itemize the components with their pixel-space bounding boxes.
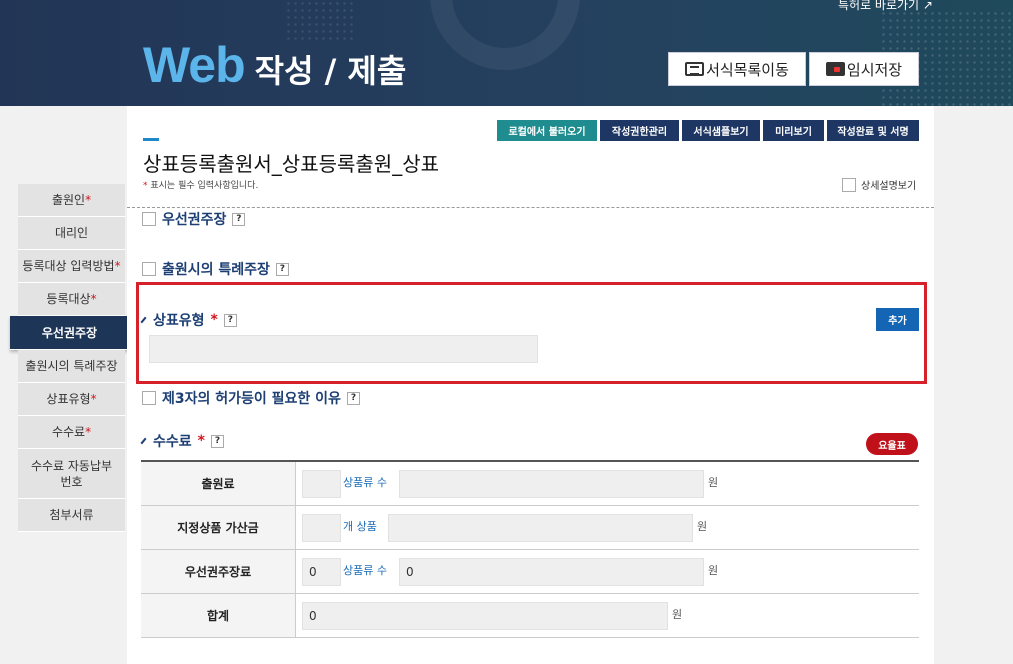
add-mark-type-button[interactable]: 추가 xyxy=(876,308,919,331)
won-label: 원 xyxy=(708,564,719,577)
load-local-button[interactable]: 로컬에서 불러오기 xyxy=(497,120,597,141)
priority-checkbox[interactable] xyxy=(142,212,156,226)
detail-view-label: 상세설명보기 xyxy=(861,181,917,192)
auth-manage-button[interactable]: 작성권한관리 xyxy=(600,120,679,141)
header-dot-pattern xyxy=(285,0,355,40)
section-mark-type: 상표유형 * ? xyxy=(140,310,237,330)
won-label: 원 xyxy=(708,476,719,489)
fee-amount-input[interactable]: 0 xyxy=(399,558,704,586)
brand-web-logo: Web xyxy=(143,37,246,93)
fee-count-input[interactable] xyxy=(302,470,341,498)
form-list-label: 서식목록이동 xyxy=(706,60,789,79)
table-row: 지정상품 가산금 개 상품 원 xyxy=(141,506,919,550)
special-claim-label: 출원시의 특례주장 xyxy=(162,262,270,278)
table-row: 합계 0 원 xyxy=(141,594,919,638)
sidebar-item-auto-pay[interactable]: 수수료 자동납부번호 xyxy=(18,449,125,499)
page-title: Web 작성 / 제출 xyxy=(143,36,406,94)
sidebar-item-mark-type[interactable]: 상표유형 * xyxy=(18,383,125,416)
fee-unit-label: 개 상품 xyxy=(343,520,377,533)
required-note: * 표시는 필수 입력사항입니다. xyxy=(143,181,259,191)
table-row: 출원료 상품류 수 원 xyxy=(141,462,919,506)
sidebar-item-fee[interactable]: 수수료 * xyxy=(18,416,125,449)
sidebar-item-agent[interactable]: 대리인 xyxy=(18,217,125,250)
fee-count-input[interactable]: 0 xyxy=(302,558,341,586)
pencil-icon xyxy=(140,437,147,445)
title-accent xyxy=(143,138,159,141)
form-title: 상표등록출원서_상표등록출원_상표 xyxy=(143,152,439,176)
sidebar-item-target[interactable]: 등록대상 * xyxy=(18,283,125,316)
fee-unit-label: 상품류 수 xyxy=(343,476,387,489)
fee-count-input[interactable] xyxy=(302,514,341,542)
sidebar-item-priority[interactable]: 우선권주장 xyxy=(10,316,129,350)
fee-row-label: 출원료 xyxy=(141,462,296,505)
sidebar-item-applicant[interactable]: 출원인 * xyxy=(18,184,125,217)
detail-view-checkbox[interactable] xyxy=(842,177,856,192)
won-label: 원 xyxy=(672,608,683,621)
section-special-claim: 출원시의 특례주장 ? xyxy=(142,259,289,279)
highlight-box xyxy=(136,282,927,384)
fee-row-label: 지정상품 가산금 xyxy=(141,506,296,549)
fee-unit-label: 상품류 수 xyxy=(343,564,387,577)
help-icon[interactable]: ? xyxy=(346,391,360,405)
sidebar-nav: 출원인 * 대리인 등록대상 입력방법 * 등록대상 * 우선권주장 출원시의 특례주… xyxy=(10,184,129,532)
third-party-label: 제3자의 허가등이 필요한 이유 xyxy=(162,391,341,407)
pencil-icon xyxy=(140,316,147,324)
complete-sign-button[interactable]: 작성완료 및 서명 xyxy=(827,120,919,141)
section-third-party: 제3자의 허가등이 필요한 이유 ? xyxy=(142,388,360,408)
help-icon[interactable]: ? xyxy=(210,434,224,448)
preview-button[interactable]: 미리보기 xyxy=(763,120,824,141)
header-bar: 특허로 바로가기 ↗ Web 작성 / 제출 서식목록이동 임시저장 xyxy=(0,0,1013,106)
fee-row-label: 우선권주장료 xyxy=(141,550,296,593)
third-party-checkbox[interactable] xyxy=(142,391,156,405)
help-icon[interactable]: ? xyxy=(275,262,289,276)
temp-save-label: 임시저장 xyxy=(846,60,903,79)
fee-amount-input[interactable] xyxy=(399,470,704,498)
fee-row-label: 합계 xyxy=(141,594,296,637)
mark-type-label: 상표유형 xyxy=(153,313,205,329)
form-list-button[interactable]: 서식목록이동 xyxy=(668,52,806,86)
rate-table-button[interactable]: 요율표 xyxy=(866,433,918,455)
section-fee: 수수료 * ? xyxy=(140,431,224,451)
won-label: 원 xyxy=(697,520,708,533)
header-decoration xyxy=(430,0,580,70)
sidebar-item-special-claim[interactable]: 출원시의 특례주장 xyxy=(18,350,125,383)
mark-type-field[interactable] xyxy=(149,335,538,363)
folder-icon xyxy=(825,62,845,76)
sample-view-button[interactable]: 서식샘플보기 xyxy=(682,120,760,141)
section-priority: 우선권주장 ? xyxy=(142,209,246,229)
special-claim-checkbox[interactable] xyxy=(142,262,156,276)
fee-amount-input[interactable] xyxy=(388,514,693,542)
temp-save-button[interactable]: 임시저장 xyxy=(809,52,919,86)
sidebar-item-attachments[interactable]: 첨부서류 xyxy=(18,499,125,532)
fee-total-input[interactable]: 0 xyxy=(302,602,668,630)
sidebar-item-input-method[interactable]: 등록대상 입력방법 * xyxy=(18,250,125,283)
help-icon[interactable]: ? xyxy=(232,212,246,226)
table-row: 우선권주장료 0 상품류 수 0 원 xyxy=(141,550,919,594)
fee-label: 수수료 xyxy=(153,434,192,450)
divider xyxy=(127,207,934,208)
brand-title: 작성 / 제출 xyxy=(254,52,407,90)
help-icon[interactable]: ? xyxy=(223,313,237,327)
priority-label: 우선권주장 xyxy=(162,212,227,228)
detail-view-toggle[interactable]: 상세설명보기 xyxy=(842,177,916,192)
fee-table: 출원료 상품류 수 원 지정상품 가산금 개 상품 원 우선권주장료 0 상품류… xyxy=(141,460,919,638)
list-icon xyxy=(685,62,705,76)
patent-shortcut-link[interactable]: 특허로 바로가기 ↗ xyxy=(838,0,933,13)
